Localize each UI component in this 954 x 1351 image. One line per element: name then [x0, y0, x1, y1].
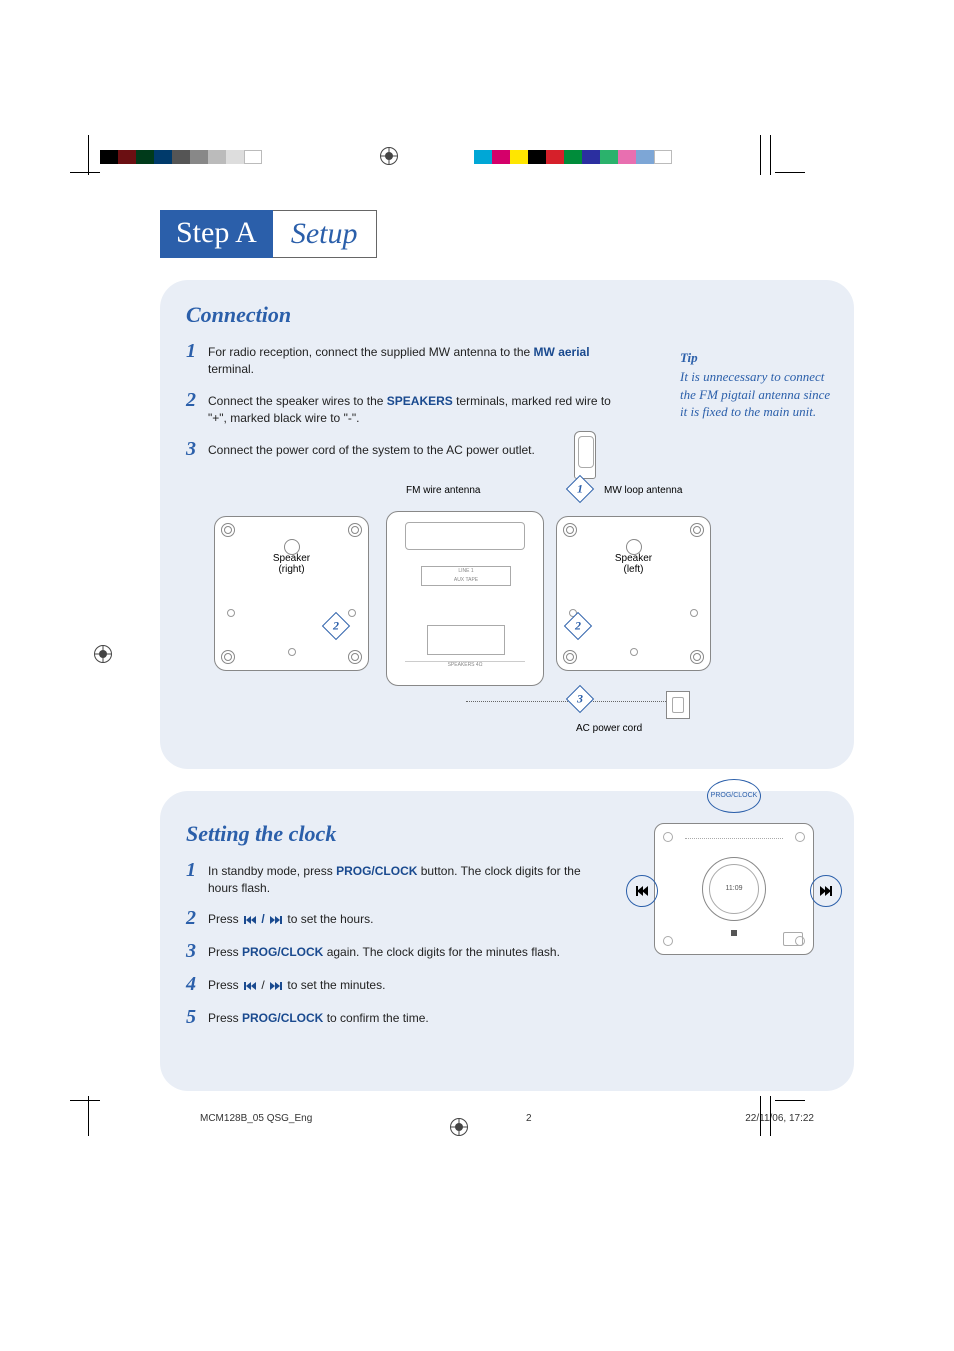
- connection-step-3: 3 Connect the power cord of the system t…: [186, 438, 616, 461]
- control-knob: 11:09: [702, 857, 766, 921]
- step-text: Connect the speaker wires to the SPEAKER…: [208, 389, 616, 428]
- connection-title: Connection: [186, 302, 828, 328]
- registration-mark-bottom: [450, 1118, 468, 1136]
- bold-term: PROG/CLOCK: [242, 1011, 323, 1025]
- callout-number: 1: [577, 481, 583, 496]
- text-fragment: Press: [208, 1011, 242, 1025]
- registration-mark-left: [94, 645, 112, 663]
- main-unit-icon: LINE 1AUX TAPE SPEAKERS 4Ω: [386, 511, 544, 686]
- clock-step-2: 2 Press / to set the hours.: [186, 907, 586, 930]
- speaker-right-label: Speaker (right): [252, 553, 332, 575]
- footer-filename: MCM128B_05 QSG_Eng: [200, 1113, 312, 1124]
- device-body: 11:09: [654, 823, 814, 955]
- bold-term: MW aerial: [534, 345, 590, 359]
- crop-mark: [775, 1100, 805, 1101]
- clock-step-4: 4 Press / to set the minutes.: [186, 973, 586, 996]
- bold-term: SPEAKERS: [387, 394, 453, 408]
- crop-mark: [770, 135, 771, 175]
- text-fragment: to set the hours.: [284, 912, 373, 926]
- crop-mark: [88, 135, 89, 175]
- clock-step-5: 5 Press PROG/CLOCK to confirm the time.: [186, 1006, 586, 1029]
- crop-mark: [775, 172, 805, 173]
- step-text: For radio reception, connect the supplie…: [208, 340, 616, 379]
- step-number: 3: [186, 438, 208, 461]
- crop-mark: [70, 1100, 100, 1101]
- step-a-badge: Step A: [160, 210, 273, 258]
- speaker-left-label: Speaker (left): [594, 553, 674, 575]
- text-fragment: Connect the power cord of the system to …: [208, 443, 535, 457]
- setting-clock-panel: Setting the clock 1 In standby mode, pre…: [160, 791, 854, 1091]
- footer-date: 22/11/06, 17:22: [745, 1113, 814, 1124]
- step-text: Press PROG/CLOCK to confirm the time.: [208, 1006, 429, 1027]
- color-registration-bars: [0, 150, 954, 168]
- crop-mark: [760, 135, 761, 175]
- skip-prev-button-callout: [626, 875, 658, 907]
- tip-body: It is unnecessary to connect the FM pigt…: [680, 368, 840, 421]
- step-header: Step A Setup: [160, 210, 854, 258]
- clock-display: 11:09: [720, 884, 748, 894]
- text-fragment: to confirm the time.: [323, 1011, 428, 1025]
- connection-diagram: FM wire antenna MW loop antenna 1 Speake…: [186, 471, 828, 751]
- text-fragment: /: [258, 978, 268, 992]
- speaker-right-icon: Speaker (right): [214, 516, 369, 671]
- speaker-left-icon: Speaker (left): [556, 516, 711, 671]
- connection-step-2: 2 Connect the speaker wires to the SPEAK…: [186, 389, 616, 428]
- text-fragment: to set the minutes.: [284, 978, 385, 992]
- text-fragment: Connect the speaker wires to the: [208, 394, 387, 408]
- crop-mark: [88, 1096, 89, 1136]
- step-text: Connect the power cord of the system to …: [208, 438, 535, 459]
- text-fragment: /: [258, 912, 268, 926]
- clock-step-3: 3 Press PROG/CLOCK again. The clock digi…: [186, 940, 686, 963]
- device-figure: PROG/CLOCK 11:09: [644, 785, 824, 985]
- page-footer: MCM128B_05 QSG_Eng 2 22/11/06, 17:22: [160, 1113, 854, 1124]
- step-text: Press PROG/CLOCK again. The clock digits…: [208, 940, 560, 961]
- step-number: 3: [186, 940, 208, 963]
- step-text: Press / to set the minutes.: [208, 973, 385, 994]
- step-number: 1: [186, 859, 208, 882]
- step-number: 5: [186, 1006, 208, 1029]
- ac-cord-line: [466, 701, 666, 702]
- skip-prev-icon: [244, 982, 256, 990]
- text-fragment: again. The clock digits for the minutes …: [323, 945, 560, 959]
- text-fragment: For radio reception, connect the supplie…: [208, 345, 534, 359]
- text-fragment: Press: [208, 912, 242, 926]
- mw-loop-antenna-icon: [574, 431, 596, 479]
- skip-prev-icon: [244, 916, 256, 924]
- crop-mark: [770, 1096, 771, 1136]
- prog-clock-button-callout: PROG/CLOCK: [707, 779, 761, 813]
- step-text: In standby mode, press PROG/CLOCK button…: [208, 859, 586, 898]
- text-fragment: terminal.: [208, 362, 254, 376]
- callout-number: 2: [333, 618, 339, 633]
- connection-step-1: 1 For radio reception, connect the suppl…: [186, 340, 616, 379]
- text-fragment: Press: [208, 978, 242, 992]
- skip-next-icon: [270, 916, 282, 924]
- bold-term: PROG/CLOCK: [336, 864, 417, 878]
- mw-antenna-label: MW loop antenna: [604, 485, 682, 496]
- text-fragment: Press: [208, 945, 242, 959]
- tip-title: Tip: [680, 350, 840, 366]
- setup-title: Setup: [273, 210, 377, 258]
- text-fragment: In standby mode, press: [208, 864, 336, 878]
- connection-panel: Connection 1 For radio reception, connec…: [160, 280, 854, 769]
- step-number: 1: [186, 340, 208, 363]
- skip-next-icon: [270, 982, 282, 990]
- fm-antenna-label: FM wire antenna: [406, 485, 480, 496]
- skip-next-button-callout: [810, 875, 842, 907]
- callout-number: 2: [575, 618, 581, 633]
- crop-mark: [70, 172, 100, 173]
- ac-power-cord-label: AC power cord: [576, 723, 642, 734]
- callout-1: 1: [566, 474, 594, 502]
- power-outlet-icon: [666, 691, 690, 719]
- step-number: 2: [186, 389, 208, 412]
- callout-3: 3: [566, 684, 594, 712]
- callout-number: 3: [577, 691, 583, 706]
- step-text: Press / to set the hours.: [208, 907, 373, 928]
- clock-step-1: 1 In standby mode, press PROG/CLOCK butt…: [186, 859, 586, 898]
- crop-mark: [760, 1096, 761, 1136]
- step-number: 4: [186, 973, 208, 996]
- step-number: 2: [186, 907, 208, 930]
- footer-page-number: 2: [526, 1113, 532, 1124]
- bold-term: PROG/CLOCK: [242, 945, 323, 959]
